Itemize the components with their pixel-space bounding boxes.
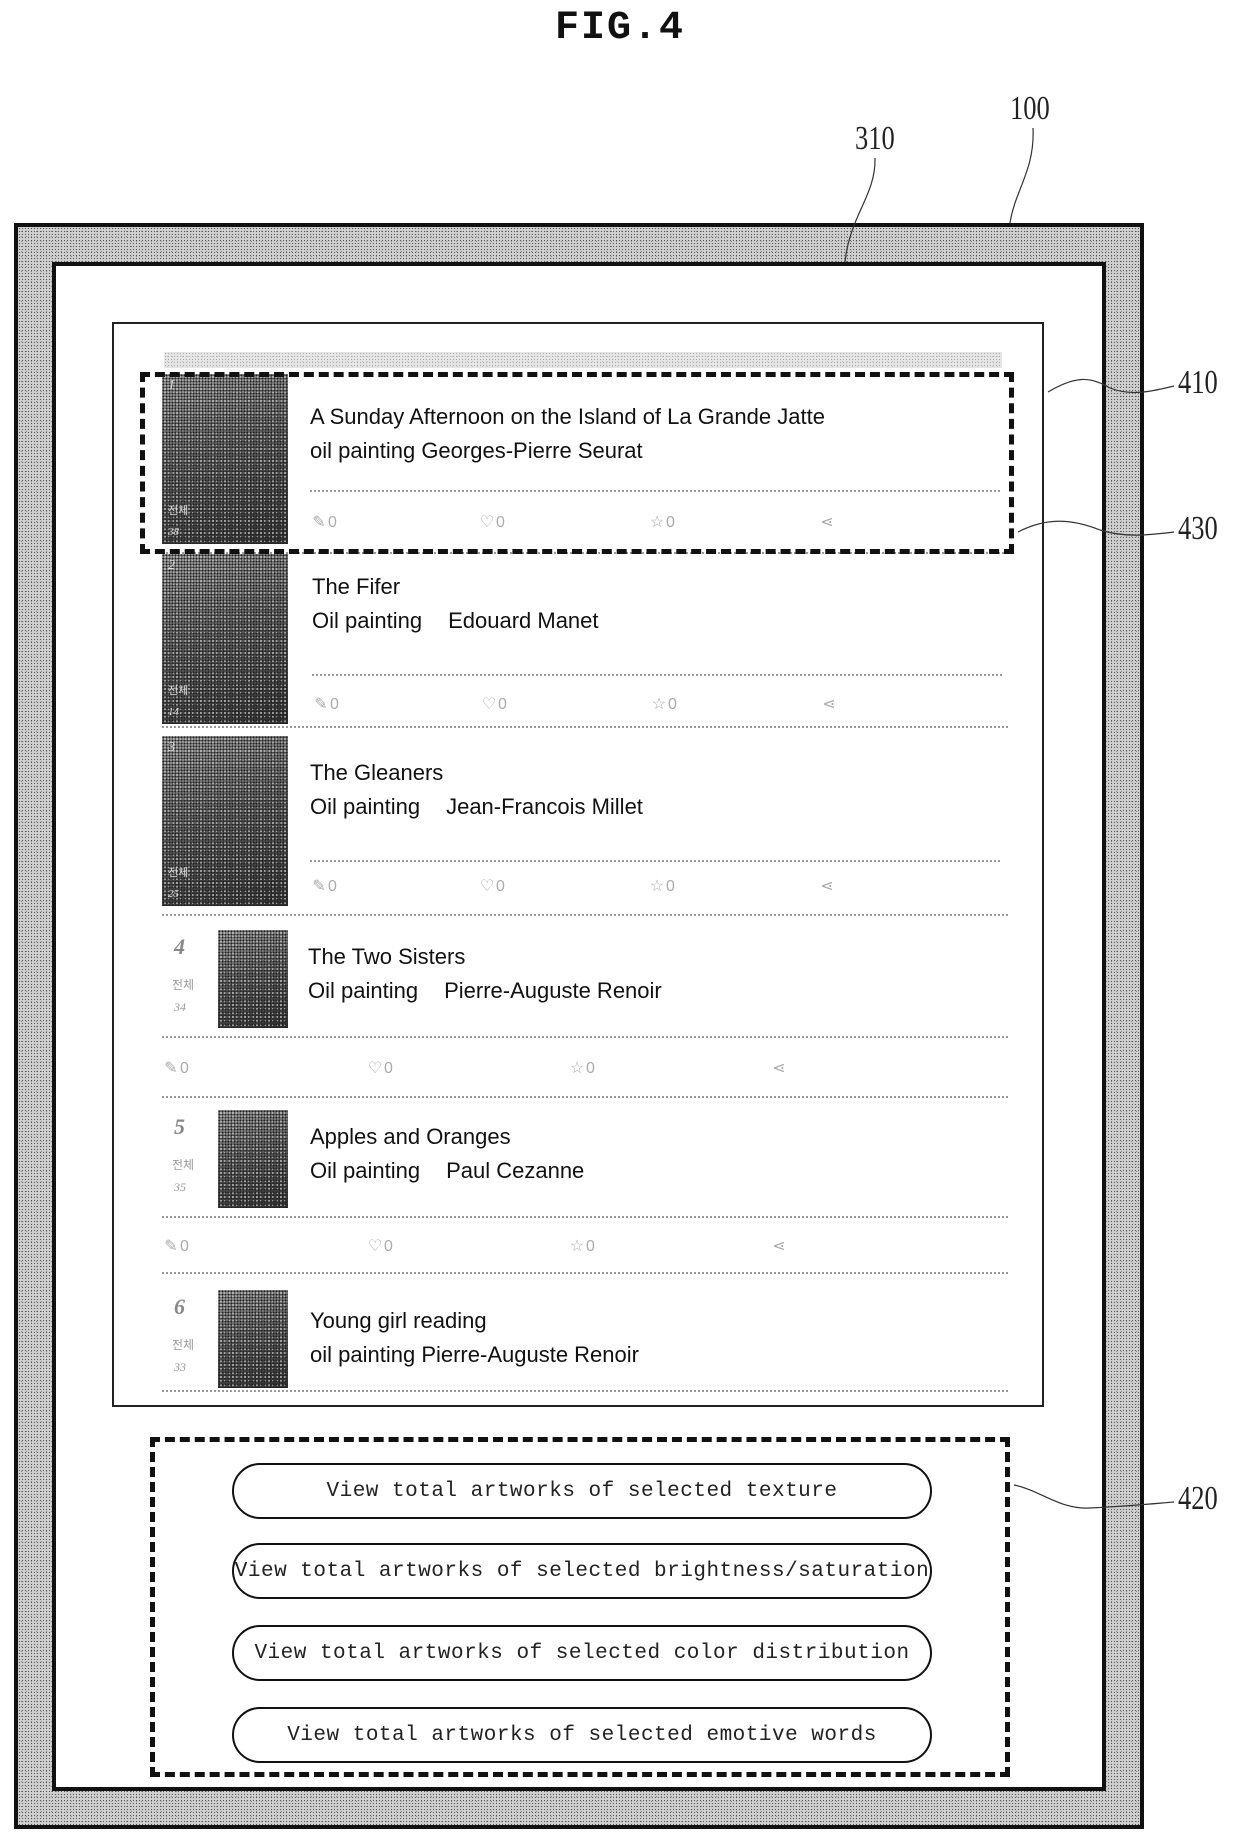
leader-line-device <box>1009 127 1034 224</box>
leader-lines <box>844 127 1175 1509</box>
leader-line-item-actions <box>1017 520 1175 536</box>
leader-line-button-group <box>1013 1484 1175 1509</box>
leader-line-selected-item <box>1047 378 1175 394</box>
leader-line-screen <box>844 157 876 263</box>
